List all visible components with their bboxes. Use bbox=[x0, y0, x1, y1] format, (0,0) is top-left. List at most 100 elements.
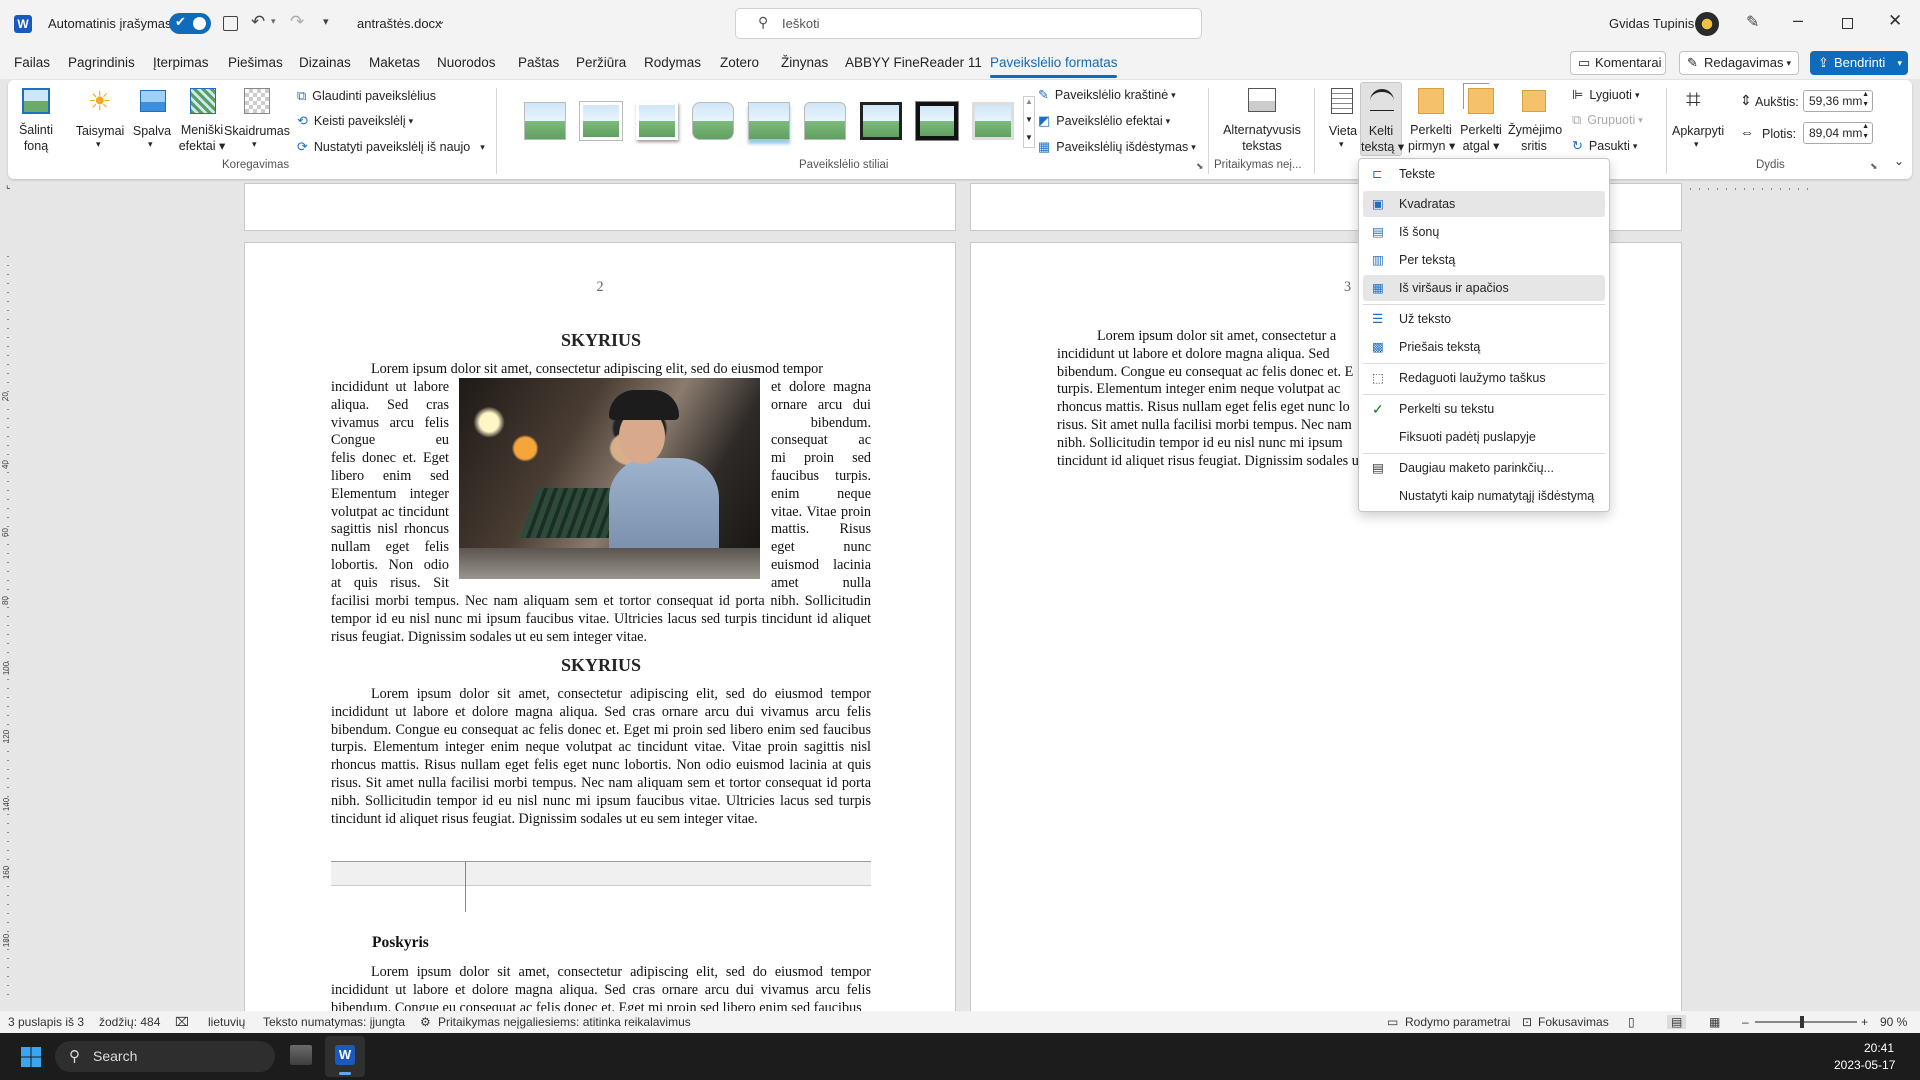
artistic-effects-button[interactable]: Meniški efektai ▾ bbox=[176, 86, 228, 158]
dialog-launcher-icon[interactable]: ⬊ bbox=[1196, 161, 1204, 172]
proofing-icon[interactable]: ⌧ bbox=[175, 1015, 189, 1029]
corrections-button[interactable]: ☀ Taisymai ▾ bbox=[74, 86, 126, 158]
tab-references[interactable]: Nuorodos bbox=[437, 55, 496, 70]
menu-item-tight[interactable]: ▤ Iš šonų bbox=[1363, 219, 1605, 245]
height-input[interactable]: 59,36 mm ▲ ▼ bbox=[1803, 90, 1873, 112]
menu-item-move-with-text[interactable]: ✓ Perkelti su tekstu bbox=[1363, 396, 1605, 422]
transparency-button[interactable]: Skaidrumas ▾ bbox=[224, 86, 290, 158]
tab-home[interactable]: Pagrindinis bbox=[68, 55, 135, 70]
paragraph[interactable]: Lorem ipsum dolor sit amet, consectetur … bbox=[331, 686, 871, 828]
save-icon[interactable] bbox=[223, 16, 238, 31]
display-settings[interactable]: Rodymo parametrai bbox=[1405, 1015, 1510, 1029]
crop-button[interactable]: ⌗ Apkarpyti ▾ bbox=[1672, 84, 1724, 158]
zoom-slider-thumb[interactable] bbox=[1800, 1016, 1804, 1028]
style-thumbnail[interactable] bbox=[916, 102, 958, 140]
tab-file[interactable]: Failas bbox=[14, 55, 50, 70]
width-input[interactable]: 89,04 mm ▲ ▼ bbox=[1803, 122, 1873, 144]
search-box[interactable]: ⚲ Ieškoti bbox=[735, 8, 1202, 39]
style-thumbnail[interactable] bbox=[524, 102, 566, 140]
text-prediction[interactable]: Teksto numatymas: įjungta bbox=[263, 1015, 405, 1029]
tab-draw[interactable]: Piešimas bbox=[228, 55, 283, 70]
read-mode-icon[interactable]: ▯ bbox=[1628, 1015, 1635, 1029]
wrapped-text-left[interactable]: incididunt ut labore aliqua. Sed cras vi… bbox=[331, 379, 449, 593]
paragraph[interactable]: Lorem ipsum dolor sit amet, consectetur … bbox=[331, 361, 871, 379]
remove-background-button[interactable]: Šalinti foną bbox=[16, 86, 56, 156]
accessibility-status[interactable]: Pritaikymas neįgaliesiems: atitinka reik… bbox=[438, 1015, 691, 1029]
picture-border-button[interactable]: ✎ Paveikslėlio kraštinė ▾ bbox=[1038, 87, 1176, 103]
document-title[interactable]: antraštės.docx bbox=[357, 16, 442, 31]
compress-pictures-button[interactable]: ⧉ Glaudinti paveikslėlius bbox=[297, 87, 436, 105]
tab-insert[interactable]: Įterpimas bbox=[153, 55, 209, 70]
menu-item-set-as-default[interactable]: Nustatyti kaip numatytąjį išdėstymą bbox=[1363, 483, 1605, 509]
gallery-scroll[interactable]: ▲ ▼ ▼ bbox=[1023, 96, 1035, 148]
style-thumbnail[interactable] bbox=[860, 102, 902, 140]
maximize-icon[interactable] bbox=[1842, 18, 1853, 29]
tab-picture-format[interactable]: Paveikslėlio formatas bbox=[990, 55, 1118, 70]
autosave-toggle[interactable]: ✔ bbox=[169, 13, 211, 34]
avatar[interactable] bbox=[1695, 12, 1719, 36]
comments-button[interactable]: ▭ Komentarai bbox=[1570, 51, 1666, 75]
language[interactable]: lietuvių bbox=[208, 1015, 245, 1029]
tab-design[interactable]: Dizainas bbox=[299, 55, 351, 70]
word-count[interactable]: žodžių: 484 bbox=[99, 1015, 160, 1029]
tab-review[interactable]: Peržiūra bbox=[576, 55, 626, 70]
selection-pane-button[interactable]: Žymėjimo sritis bbox=[1508, 86, 1562, 158]
spinner-icon[interactable]: ▲ ▼ bbox=[1862, 122, 1869, 142]
style-thumbnail[interactable] bbox=[580, 102, 622, 140]
style-thumbnail[interactable] bbox=[636, 102, 678, 140]
collapse-ribbon-icon[interactable]: ⌄ bbox=[1894, 154, 1904, 168]
paragraph[interactable]: facilisi morbi tempus. Nec nam aliquam s… bbox=[331, 593, 871, 646]
heading-skyrius[interactable]: SKYRIUS bbox=[331, 655, 871, 676]
reset-picture-button[interactable]: ⟳ Nustatyti paveikslėlį iš naujo ▾ bbox=[297, 138, 485, 156]
wrap-text-button[interactable]: Kelti tekstą ▾ bbox=[1360, 82, 1404, 156]
minimize-icon[interactable]: – bbox=[1793, 10, 1803, 31]
tab-help[interactable]: Žinynas bbox=[781, 55, 828, 70]
tab-abbyy[interactable]: ABBYY FineReader 11 bbox=[845, 55, 982, 70]
close-icon[interactable]: ✕ bbox=[1888, 11, 1902, 31]
pen-icon[interactable]: ✎ bbox=[1746, 12, 1759, 32]
subheading-poskyris[interactable]: Poskyris bbox=[372, 934, 429, 952]
picture-layout-button[interactable]: ▦ Paveikslėlių išdėstymas ▾ bbox=[1038, 139, 1196, 155]
menu-item-more-layout-options[interactable]: ▤ Daugiau maketo parinkčių... bbox=[1363, 455, 1605, 481]
web-layout-icon[interactable]: ▦ bbox=[1709, 1015, 1720, 1029]
menu-item-edit-wrap-points[interactable]: ⬚ Redaguoti laužymo taškus bbox=[1363, 365, 1605, 391]
file-explorer-icon[interactable] bbox=[290, 1045, 312, 1065]
picture-effects-button[interactable]: ◩ Paveikslėlio efektai ▾ bbox=[1038, 113, 1170, 129]
clock-date[interactable]: 2023-05-17 bbox=[1834, 1058, 1895, 1072]
word-taskbar-icon[interactable]: W bbox=[325, 1036, 365, 1077]
change-picture-button[interactable]: ⟲ Keisti paveikslėlį ▾ bbox=[297, 112, 413, 130]
zoom-in-icon[interactable]: + bbox=[1861, 1015, 1868, 1029]
menu-item-in-front[interactable]: ▩ Priešais tekstą bbox=[1363, 334, 1605, 360]
undo-icon[interactable]: ↶ bbox=[251, 12, 265, 32]
taskbar-search[interactable]: ⚲ Search bbox=[55, 1041, 275, 1072]
wrapped-text-right[interactable]: et dolore magna ornare arcu dui bibendum… bbox=[771, 379, 871, 593]
tab-zotero[interactable]: Zotero bbox=[720, 55, 759, 70]
table[interactable] bbox=[331, 861, 871, 912]
align-button[interactable]: ⊫ Lygiuoti ▾ bbox=[1572, 87, 1639, 103]
style-thumbnail[interactable] bbox=[804, 102, 846, 140]
tab-view[interactable]: Rodymas bbox=[644, 55, 701, 70]
bring-forward-button[interactable]: Perkelti pirmyn ▾ bbox=[1408, 86, 1455, 158]
redo-icon[interactable]: ↷ bbox=[290, 12, 304, 32]
color-button[interactable]: Spalva ▾ bbox=[132, 86, 172, 158]
rotate-button[interactable]: ↻ Pasukti ▾ bbox=[1572, 138, 1637, 154]
style-thumbnail[interactable] bbox=[748, 102, 790, 140]
paragraph[interactable]: Lorem ipsum dolor sit amet, consectetur … bbox=[331, 964, 871, 1011]
send-backward-button[interactable]: Perkelti atgal ▾ bbox=[1460, 86, 1502, 158]
alt-text-button[interactable]: Alternatyvusis tekstas bbox=[1216, 86, 1308, 158]
editing-button[interactable]: ✎ Redagavimas ▾ bbox=[1679, 51, 1799, 75]
dialog-launcher-icon[interactable]: ⬊ bbox=[1870, 161, 1878, 172]
tab-mailings[interactable]: Paštas bbox=[518, 55, 559, 70]
chevron-down-icon[interactable]: ⌄ bbox=[437, 16, 445, 27]
menu-item-through[interactable]: ▥ Per tekstą bbox=[1363, 247, 1605, 273]
zoom-out-icon[interactable]: – bbox=[1742, 1015, 1749, 1029]
heading-skyrius[interactable]: SKYRIUS bbox=[331, 330, 871, 351]
menu-item-fix-position[interactable]: Fiksuoti padėtį puslapyje bbox=[1363, 424, 1605, 450]
page-count[interactable]: 3 puslapis iš 3 bbox=[8, 1015, 84, 1029]
share-button[interactable]: ⇪ Bendrinti ▾ bbox=[1810, 51, 1908, 75]
selected-picture[interactable] bbox=[459, 378, 760, 579]
menu-item-behind-text[interactable]: ☰ Už teksto bbox=[1363, 306, 1605, 332]
tab-layout[interactable]: Maketas bbox=[369, 55, 420, 70]
windows-start-icon[interactable] bbox=[21, 1047, 41, 1067]
chevron-down-icon[interactable]: ▾ bbox=[271, 16, 276, 27]
